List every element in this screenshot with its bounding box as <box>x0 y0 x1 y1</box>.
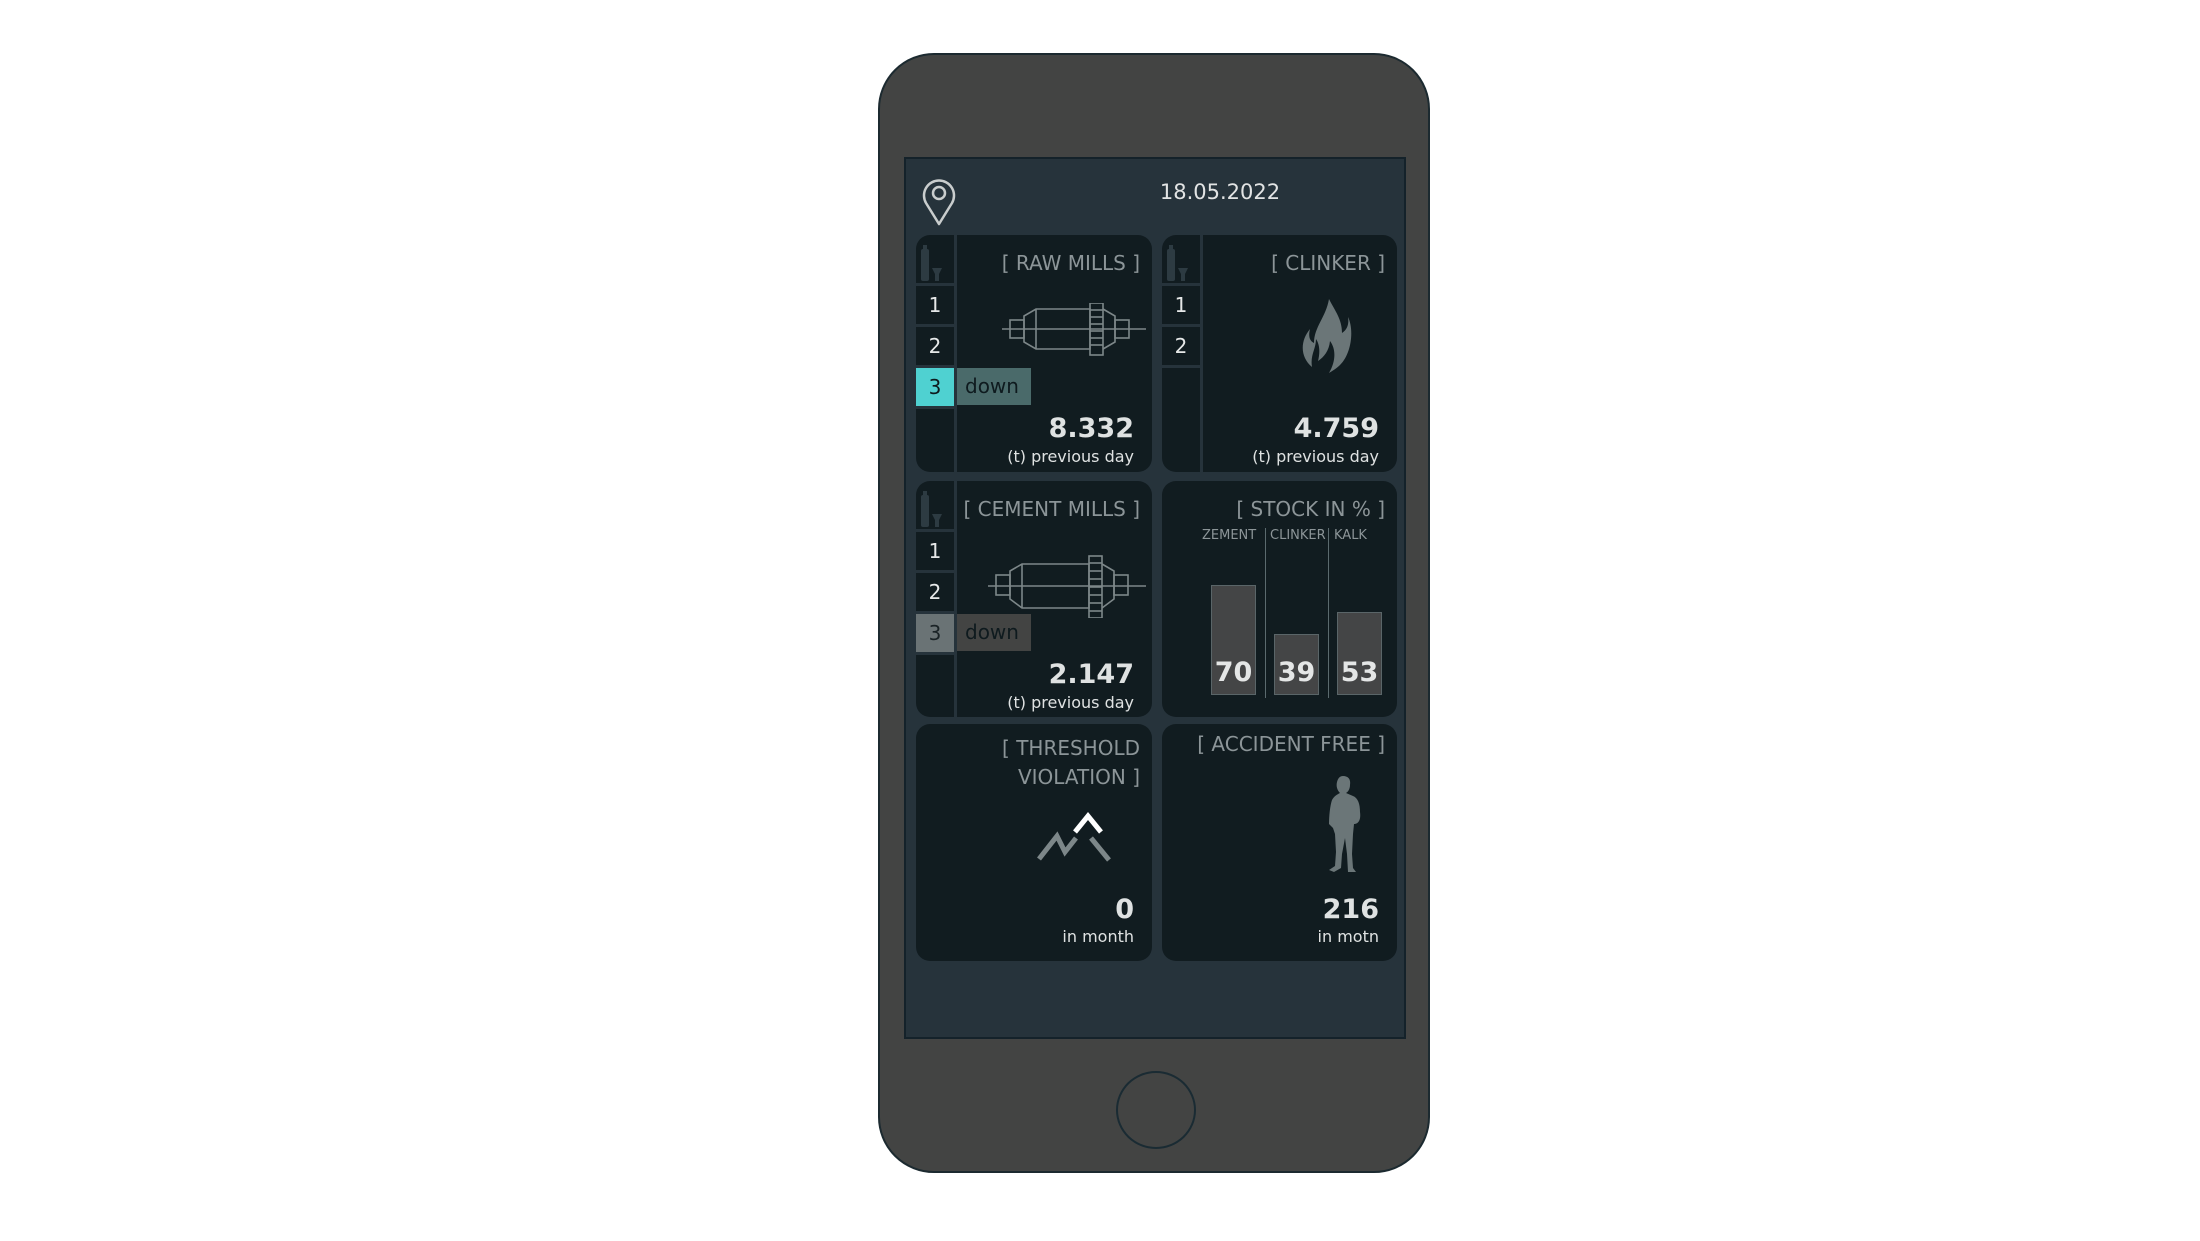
card-title-line-2: VIOLATION ] <box>1017 765 1140 789</box>
header-date: 18.05.2022 <box>1159 180 1281 204</box>
card-cement-mills[interactable]: 1 2 3 down [ CEMENT MILLS ] 2.147 (t) pr… <box>916 481 1152 717</box>
production-value: 8.332 <box>1048 413 1134 444</box>
unit-3-status-down[interactable]: 3 <box>916 368 954 409</box>
card-title: [ RAW MILLS ] <box>1001 251 1140 275</box>
mountain-peak-icon <box>1037 812 1111 862</box>
map-pin-icon[interactable] <box>919 175 959 227</box>
card-title: [ ACCIDENT FREE ] <box>1197 732 1385 756</box>
unit-2[interactable]: 2 <box>1162 327 1200 368</box>
value-caption: (t) previous day <box>1007 693 1134 712</box>
production-value: 2.147 <box>1048 659 1134 690</box>
unit-1[interactable]: 1 <box>916 532 954 573</box>
unit-1[interactable]: 1 <box>916 286 954 327</box>
value-caption: (t) previous day <box>1252 447 1379 466</box>
unit-2[interactable]: 2 <box>916 327 954 368</box>
unit-2[interactable]: 2 <box>916 573 954 614</box>
unit-1[interactable]: 1 <box>1162 286 1200 327</box>
mill-icon <box>1002 303 1146 356</box>
card-title: [ THRESHOLD VIOLATION ] <box>1002 734 1140 792</box>
silo-icon <box>916 491 954 532</box>
accident-free-count: 216 <box>1322 894 1379 925</box>
bar-value-label-zement: 70 <box>1214 657 1253 688</box>
production-value: 4.759 <box>1293 413 1379 444</box>
silo-icon <box>916 245 954 286</box>
card-clinker[interactable]: 1 2 [ CLINKER ] 4.759 (t) previous day <box>1162 235 1397 472</box>
card-raw-mills[interactable]: 1 2 3 down [ RAW MILLS ] 8.332 (t) previ… <box>916 235 1152 472</box>
worker-silhouette-icon <box>1329 776 1361 872</box>
category-label-clinker: CLINKER <box>1270 528 1326 543</box>
category-separator <box>1265 528 1266 698</box>
mill-icon <box>988 555 1146 618</box>
card-title: [ CEMENT MILLS ] <box>963 497 1140 521</box>
value-caption: (t) previous day <box>1007 447 1134 466</box>
flame-icon <box>1302 299 1352 373</box>
status-badge-down: down <box>957 614 1031 651</box>
category-label-zement: ZEMENT <box>1202 528 1257 543</box>
status-badge-down: down <box>957 368 1031 405</box>
category-separator <box>1328 528 1329 698</box>
home-button[interactable] <box>1116 1071 1196 1149</box>
card-threshold-violation[interactable]: [ THRESHOLD VIOLATION ] 0 in month <box>916 724 1152 961</box>
bar-value-label-kalk: 53 <box>1340 657 1379 688</box>
card-stock-chart[interactable]: [ STOCK IN % ] ZEMENT CLINKER KALK 70 39… <box>1162 481 1397 717</box>
card-accident-free[interactable]: [ ACCIDENT FREE ] 216 in motn <box>1162 724 1397 961</box>
value-caption: in month <box>1062 927 1134 946</box>
bar-value-label-clinker: 39 <box>1277 657 1316 688</box>
value-caption: in motn <box>1317 927 1379 946</box>
silo-icon <box>1162 245 1200 286</box>
category-label-kalk: KALK <box>1334 528 1367 543</box>
stock-bar-chart: ZEMENT CLINKER KALK 70 39 53 <box>1162 481 1397 717</box>
violation-count: 0 <box>1115 894 1134 925</box>
unit-3-status-down[interactable]: 3 <box>916 614 954 655</box>
card-title-line-1: [ THRESHOLD <box>1002 736 1140 760</box>
card-title: [ CLINKER ] <box>1271 251 1385 275</box>
